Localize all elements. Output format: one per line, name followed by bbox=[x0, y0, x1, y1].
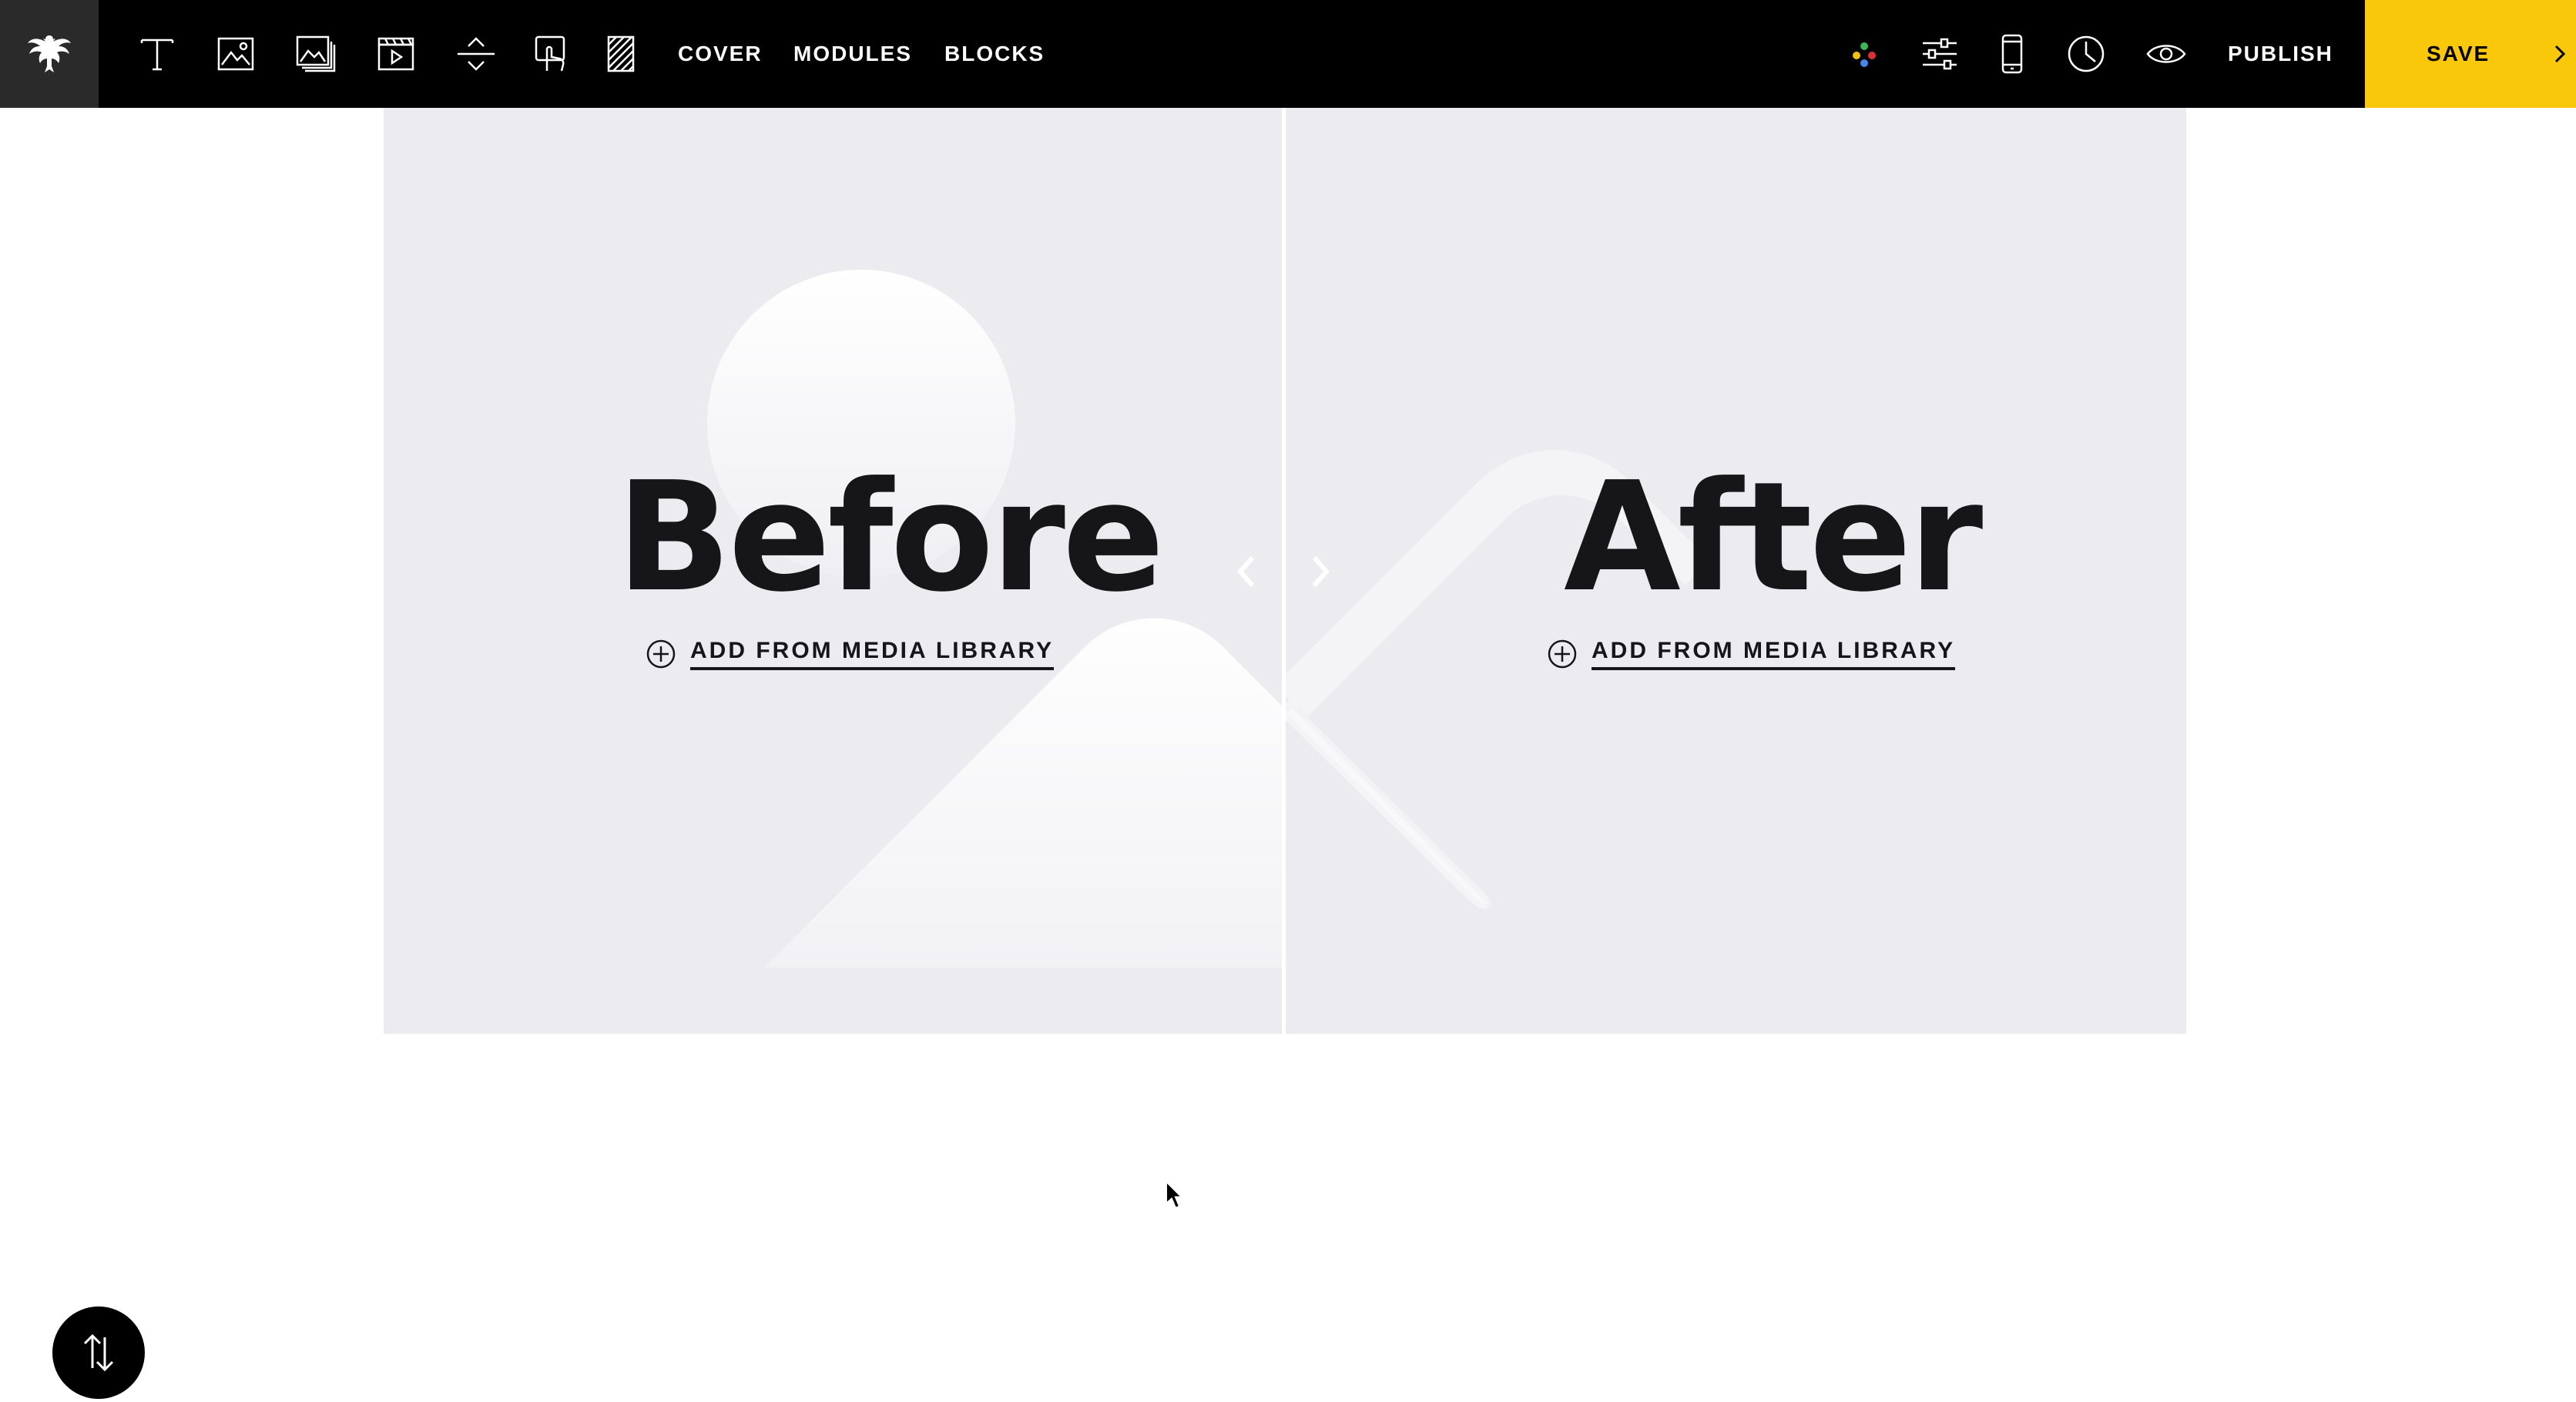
after-title[interactable]: After bbox=[1564, 462, 1983, 613]
before-title[interactable]: Before bbox=[616, 462, 1165, 613]
sliders-icon[interactable] bbox=[1915, 29, 1964, 79]
video-icon[interactable] bbox=[371, 29, 421, 79]
modules-menu-link[interactable]: MODULES bbox=[793, 0, 912, 108]
publish-button[interactable]: PUBLISH bbox=[2228, 0, 2333, 108]
top-toolbar: COVER MODULES BLOCKS PUBLISH SAVE bbox=[0, 0, 2576, 108]
comparison-divider-handle[interactable] bbox=[1282, 108, 1286, 1034]
chevron-right-icon[interactable] bbox=[2548, 40, 2571, 68]
eagle-logo-icon[interactable] bbox=[0, 0, 99, 108]
before-after-module: Before ADD FROM MEDIA LIBRARY After ADD … bbox=[384, 108, 2186, 1034]
hatch-icon[interactable] bbox=[596, 29, 646, 79]
gallery-icon[interactable] bbox=[291, 29, 340, 79]
save-button-label: SAVE bbox=[2427, 42, 2490, 65]
cover-menu-link[interactable]: COVER bbox=[678, 0, 763, 108]
chevron-right-icon[interactable] bbox=[1305, 548, 1336, 595]
history-icon[interactable] bbox=[2061, 29, 2111, 79]
plus-circle-icon bbox=[1548, 639, 1577, 669]
image-icon[interactable] bbox=[211, 29, 260, 79]
mobile-icon[interactable] bbox=[1987, 29, 2037, 79]
palette-icon[interactable] bbox=[1840, 29, 1889, 79]
after-add-media-button[interactable]: ADD FROM MEDIA LIBRARY bbox=[1547, 638, 1956, 670]
reorder-arrows-icon bbox=[83, 1333, 114, 1372]
text-icon[interactable] bbox=[132, 29, 182, 79]
blocks-menu-link[interactable]: BLOCKS bbox=[944, 0, 1045, 108]
mouse-cursor-icon bbox=[1166, 1180, 1183, 1209]
reorder-button[interactable] bbox=[52, 1306, 145, 1399]
before-add-media-button[interactable]: ADD FROM MEDIA LIBRARY bbox=[646, 638, 1055, 670]
plus-circle-icon bbox=[646, 639, 676, 669]
preview-icon[interactable] bbox=[2142, 29, 2191, 79]
spacer-icon[interactable] bbox=[451, 29, 501, 79]
chevron-left-icon[interactable] bbox=[1231, 548, 1262, 595]
touch-icon[interactable] bbox=[527, 29, 576, 79]
save-button[interactable]: SAVE bbox=[2365, 0, 2576, 108]
before-add-media-label: ADD FROM MEDIA LIBRARY bbox=[690, 638, 1055, 670]
after-add-media-label: ADD FROM MEDIA LIBRARY bbox=[1592, 638, 1956, 670]
